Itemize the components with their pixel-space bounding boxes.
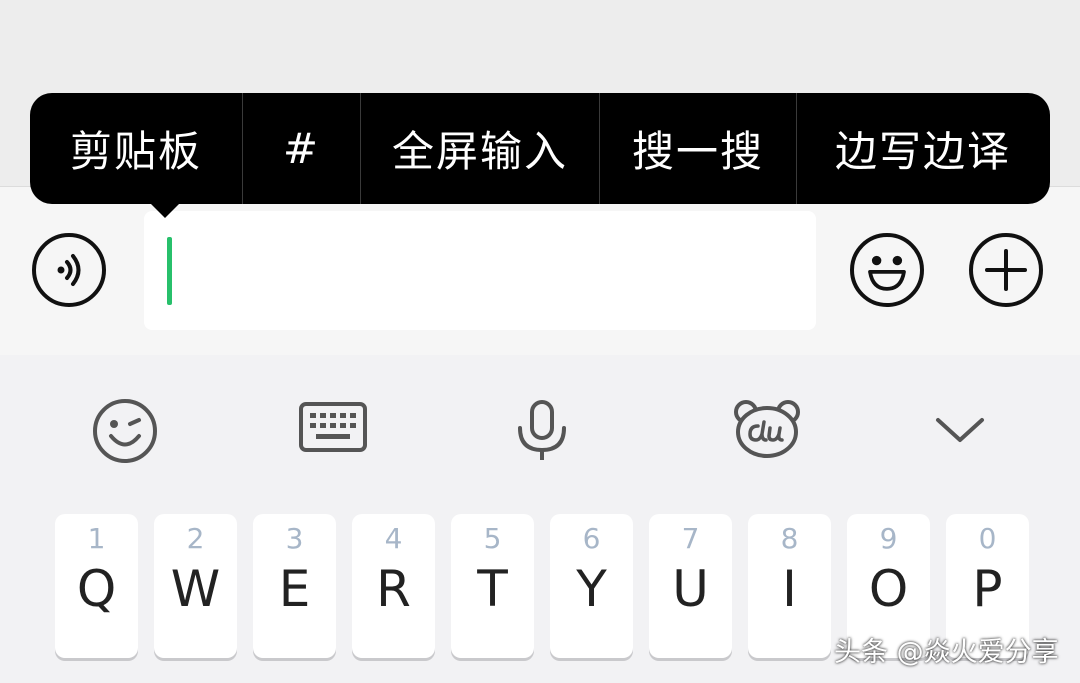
keyboard-switch-button[interactable] — [298, 400, 368, 456]
key-y[interactable]: 6 Y — [550, 514, 633, 658]
key-letter: Y — [576, 560, 607, 618]
menu-item-hashtag[interactable]: # — [243, 93, 360, 204]
collapse-keyboard-button[interactable] — [934, 412, 986, 444]
more-button[interactable] — [969, 233, 1043, 307]
key-number: 2 — [186, 522, 205, 555]
key-letter: T — [477, 560, 508, 618]
context-popup-menu: 剪贴板 # 全屏输入 搜一搜 边写边译 — [30, 93, 1050, 204]
keyboard-icon — [299, 402, 367, 452]
key-e[interactable]: 3 E — [253, 514, 336, 658]
menu-item-fullscreen-input[interactable]: 全屏输入 — [361, 93, 599, 204]
key-letter: O — [868, 560, 909, 618]
key-r[interactable]: 4 R — [352, 514, 435, 658]
plus-icon — [985, 249, 1027, 291]
key-letter: U — [672, 560, 709, 618]
key-number: 7 — [681, 522, 700, 555]
key-number: 9 — [879, 522, 898, 555]
voice-icon — [57, 254, 81, 286]
key-i[interactable]: 8 I — [748, 514, 831, 658]
key-t[interactable]: 5 T — [451, 514, 534, 658]
key-u[interactable]: 7 U — [649, 514, 732, 658]
key-number: 3 — [285, 522, 304, 555]
key-w[interactable]: 2 W — [154, 514, 237, 658]
key-q[interactable]: 1 Q — [55, 514, 138, 658]
menu-item-translate-while-typing[interactable]: 边写边译 — [797, 93, 1049, 204]
key-number: 4 — [384, 522, 403, 555]
message-input[interactable] — [144, 211, 816, 330]
key-letter: R — [376, 560, 411, 618]
key-letter: P — [972, 560, 1003, 618]
menu-item-clipboard[interactable]: 剪贴板 — [30, 93, 242, 204]
baidu-du-icon — [734, 400, 800, 458]
microphone-icon — [518, 400, 566, 460]
key-number: 8 — [780, 522, 799, 555]
key-number: 1 — [87, 522, 106, 555]
popup-pointer — [147, 200, 183, 218]
key-letter: I — [782, 560, 797, 618]
menu-item-search[interactable]: 搜一搜 — [600, 93, 796, 204]
watermark: 头条 @焱火爱分享 — [834, 637, 1059, 668]
smiley-wink-icon — [93, 399, 157, 463]
key-number: 6 — [582, 522, 601, 555]
voice-button[interactable] — [32, 233, 106, 307]
key-letter: W — [170, 560, 221, 618]
chat-screen: 剪贴板 # 全屏输入 搜一搜 边写边译 1 Q 2 W 3 E 4 R 5 T … — [0, 0, 1080, 683]
keyboard-emoji-button[interactable] — [90, 396, 160, 466]
emoji-icon — [868, 255, 906, 291]
baidu-logo-button[interactable] — [732, 398, 802, 460]
key-number: 5 — [483, 522, 502, 555]
voice-input-button[interactable] — [512, 398, 572, 462]
chevron-down-icon — [936, 418, 984, 442]
key-letter: E — [278, 560, 311, 618]
key-letter: Q — [76, 560, 117, 618]
key-number: 0 — [978, 522, 997, 555]
text-caret — [167, 237, 172, 305]
emoji-button[interactable] — [850, 233, 924, 307]
